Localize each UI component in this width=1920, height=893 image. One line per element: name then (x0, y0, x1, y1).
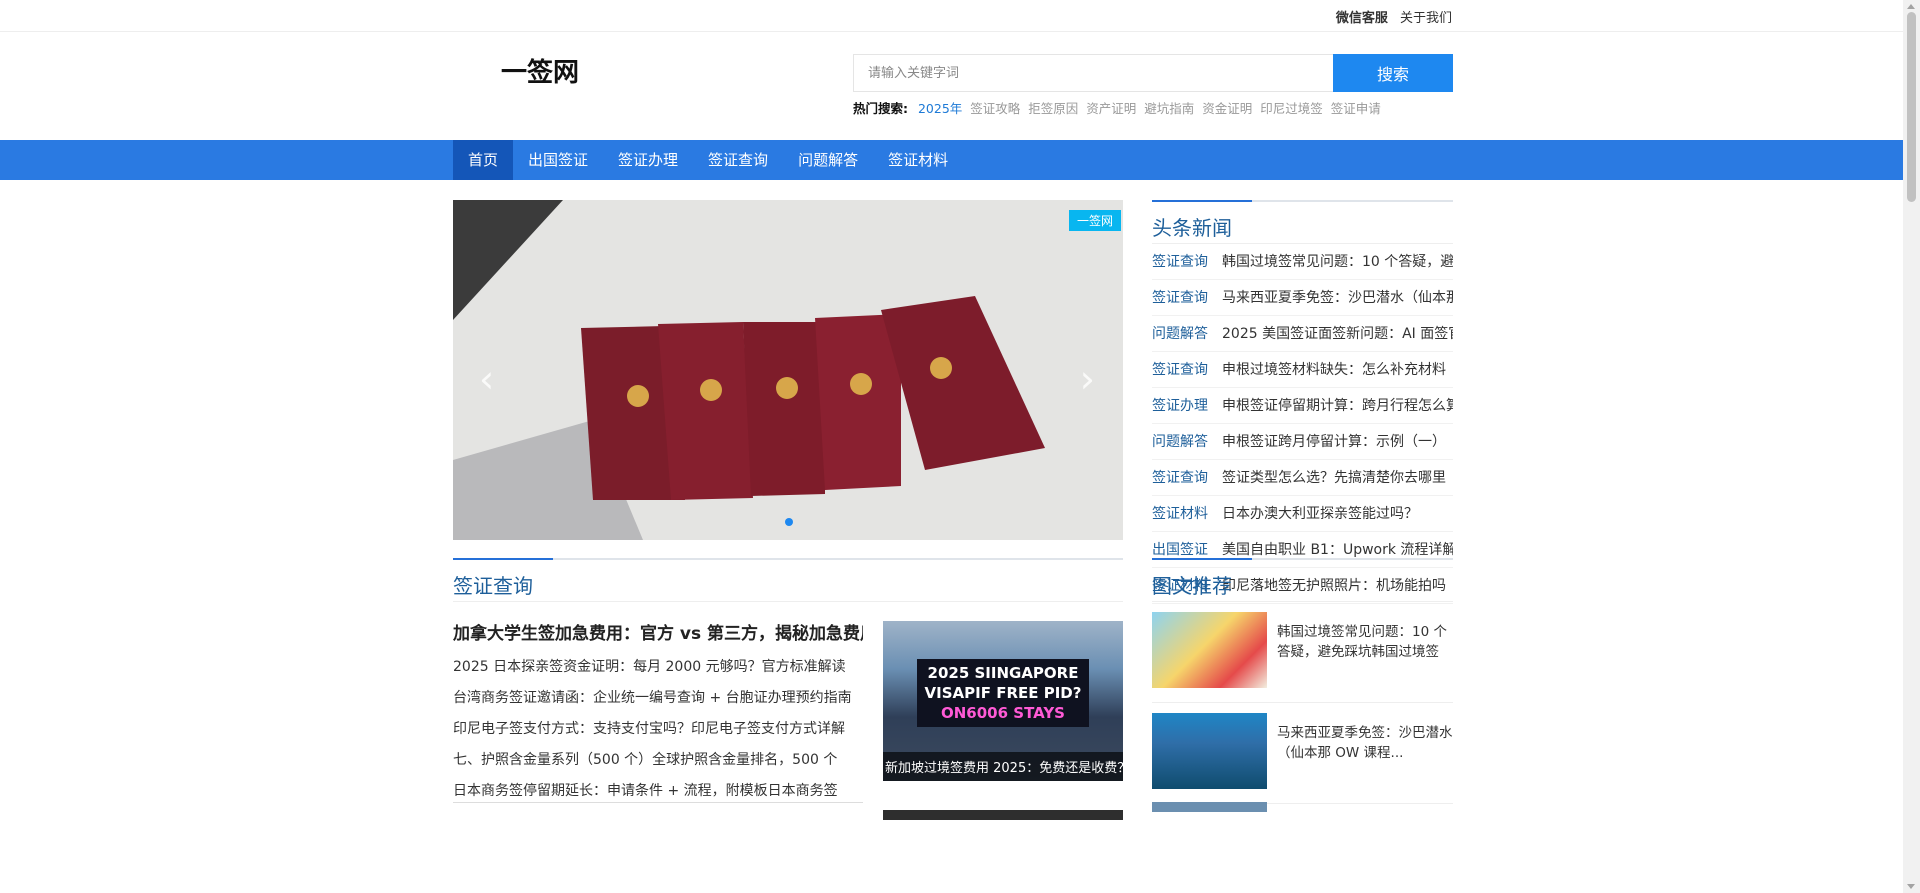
hot-search-item[interactable]: 资产证明 (1086, 101, 1136, 116)
hot-search-item[interactable]: 印尼过境签 (1260, 101, 1323, 116)
image-sign: 2025 SIINGAPORE VISAPIF FREE PID? ON6006… (917, 659, 1089, 727)
list-item[interactable]: 签证查询 申根过境签材料缺失：怎么补充材料 (1152, 352, 1453, 388)
sign-line: ON6006 STAYS (941, 704, 1065, 722)
site-logo[interactable]: 一签网 (501, 52, 579, 89)
nav-item-visa-query[interactable]: 签证查询 (693, 140, 783, 180)
site-header: 一签网 搜索 热门搜索: 2025年 签证攻略 拒签原因 资产证明 避坑指南 资… (0, 32, 1920, 140)
sign-line: VISAPIF FREE PID? (924, 684, 1082, 702)
list-item[interactable]: 马来西亚夏季免签：沙巴潜水（仙本那 OW 课程... (1152, 703, 1453, 804)
nav-item-visa-materials[interactable]: 签证材料 (873, 140, 963, 180)
slider-dot[interactable] (785, 518, 793, 526)
visa-section-header: 签证查询 (453, 558, 1123, 602)
list-item[interactable]: 签证查询马来西亚夏季免签：沙巴潜水（仙本那 OW 课程） (1152, 280, 1453, 316)
visa-list: 加拿大学生签加急费用：官方 vs 第三方，揭秘加急费用 2025 日本探亲签资金… (453, 622, 863, 807)
next-article-image[interactable] (883, 810, 1123, 820)
news-title[interactable]: 申根签证停留期计算：跨月行程怎么算 (1222, 398, 1453, 414)
thumbnail-image[interactable] (1152, 713, 1267, 789)
list-item[interactable]: 签证查询韩国过境签常见问题：10 个答疑，避免踩坑韩国过境签 (1152, 244, 1453, 280)
passports-image (453, 200, 1123, 540)
news-category[interactable]: 签证材料 (1152, 506, 1208, 522)
nav-item-faq[interactable]: 问题解答 (783, 140, 873, 180)
hot-search-item[interactable]: 资金证明 (1202, 101, 1252, 116)
news-title[interactable]: 韩国过境签常见问题：10 个答疑，避免踩坑韩国过境签 (1222, 254, 1453, 270)
lead-article-title[interactable]: 加拿大学生签加急费用：官方 vs 第三方，揭秘加急费用 (453, 622, 863, 652)
next-thumbnail-image[interactable] (1152, 802, 1267, 812)
scrollbar-thumb[interactable] (1907, 12, 1916, 202)
section-title: 图文推荐 (1152, 574, 1232, 598)
headline-list: 签证查询韩国过境签常见问题：10 个答疑，避免踩坑韩国过境签 签证查询马来西亚夏… (1152, 244, 1453, 604)
main-nav: 首页 出国签证 签证办理 签证查询 问题解答 签证材料 (0, 140, 1920, 180)
search-button[interactable]: 搜索 (1333, 54, 1453, 92)
image-caption[interactable]: 新加坡过境签费用 2025：免费还是收费？ (883, 752, 1123, 781)
news-category[interactable]: 签证查询 (1152, 254, 1208, 270)
pic-title[interactable]: 韩国过境签常见问题：10 个答疑，避免踩坑韩国过境签 (1277, 622, 1453, 662)
search-box: 搜索 (853, 54, 1453, 92)
news-title[interactable]: 申根过境签材料缺失：怎么补充材料 (1222, 362, 1446, 378)
scroll-down-icon[interactable] (1907, 884, 1915, 889)
hot-search-item[interactable]: 2025年 (918, 101, 962, 116)
nav-item-home[interactable]: 首页 (453, 140, 514, 180)
list-item[interactable]: 2025 日本探亲签资金证明：每月 2000 元够吗？官方标准解读 (453, 652, 863, 683)
nav-item-outbound-visa[interactable]: 出国签证 (513, 140, 603, 180)
nav-item-visa-processing[interactable]: 签证办理 (603, 140, 693, 180)
headline-news: 头条新闻 签证查询韩国过境签常见问题：10 个答疑，避免踩坑韩国过境签 签证查询… (1152, 200, 1453, 604)
visa-query-section: 签证查询 加拿大学生签加急费用：官方 vs 第三方，揭秘加急费用 2025 日本… (453, 558, 1123, 820)
pics-section-header: 图文推荐 (1152, 558, 1453, 602)
news-category[interactable]: 问题解答 (1152, 434, 1208, 450)
pic-title[interactable]: 马来西亚夏季免签：沙巴潜水（仙本那 OW 课程... (1277, 723, 1453, 763)
hero-slider[interactable]: 一签网 ‹ › (453, 200, 1123, 540)
wechat-service-link[interactable]: 微信客服 (1336, 11, 1388, 26)
list-item[interactable]: 签证材料 日本办澳大利亚探亲签能过吗？ (1152, 496, 1453, 532)
nav-list: 首页 出国签证 签证办理 签证查询 问题解答 签证材料 (453, 140, 963, 180)
headline-section-header: 头条新闻 (1152, 200, 1453, 244)
list-item[interactable]: 问题解答 申根签证跨月停留计算：示例（一） (1152, 424, 1453, 460)
section-title[interactable]: 签证查询 (453, 560, 1123, 599)
news-title[interactable]: 马来西亚夏季免签：沙巴潜水（仙本那 OW 课程） (1222, 290, 1453, 306)
news-category[interactable]: 签证查询 (1152, 362, 1208, 378)
next-row-divider (453, 802, 863, 814)
hot-search-label: 热门搜索: (853, 101, 908, 116)
thumbnail-image[interactable] (1152, 612, 1267, 688)
news-title[interactable]: 日本办澳大利亚探亲签能过吗？ (1222, 506, 1418, 522)
news-category[interactable]: 签证查询 (1152, 290, 1208, 306)
hot-search-item[interactable]: 签证攻略 (970, 101, 1020, 116)
hot-search-item[interactable]: 签证申请 (1331, 101, 1381, 116)
list-item[interactable]: 印尼电子签支付方式：支持支付宝吗？印尼电子签支付方式详解 (453, 714, 863, 745)
picture-recommend-section: 图文推荐 韩国过境签常见问题：10 个答疑，避免踩坑韩国过境签 马来西亚夏季免签… (1152, 558, 1453, 812)
news-title[interactable]: 美国自由职业 B1：Upwork 流程详解 (1222, 542, 1453, 558)
visa-body: 加拿大学生签加急费用：官方 vs 第三方，揭秘加急费用 2025 日本探亲签资金… (453, 602, 1123, 820)
page-scrollbar[interactable] (1903, 0, 1920, 893)
slider-next-icon[interactable]: › (1080, 360, 1095, 398)
sign-line: 2025 SIINGAPORE (927, 664, 1079, 682)
top-bar: 微信客服 关于我们 (0, 0, 1920, 32)
news-category[interactable]: 签证查询 (1152, 470, 1208, 486)
about-us-link[interactable]: 关于我们 (1400, 11, 1452, 26)
news-category[interactable]: 签证办理 (1152, 398, 1208, 414)
news-title[interactable]: 申根签证跨月停留计算：示例（一） (1222, 434, 1446, 450)
news-category[interactable]: 问题解答 (1152, 326, 1208, 342)
list-item[interactable]: 签证办理 申根签证停留期计算：跨月行程怎么算 (1152, 388, 1453, 424)
slider-badge: 一签网 (1068, 210, 1121, 231)
scroll-up-icon[interactable] (1907, 4, 1915, 9)
news-title[interactable]: 签证类型怎么选？先搞清楚你去哪里 (1222, 470, 1446, 486)
section-title: 头条新闻 (1152, 216, 1232, 240)
news-category[interactable]: 出国签证 (1152, 542, 1208, 558)
list-item[interactable]: 问题解答 2025 美国签证面签新问题：AI 面签官 (1152, 316, 1453, 352)
main-content: 一签网 ‹ › 头条新闻 签证查询韩国过境签常见问题：10 个答疑，避免踩坑韩国… (0, 180, 1920, 893)
list-item[interactable]: 韩国过境签常见问题：10 个答疑，避免踩坑韩国过境签 (1152, 602, 1453, 703)
list-item[interactable]: 台湾商务签证邀请函：企业统一编号查询 + 台胞证办理预约指南 (453, 683, 863, 714)
top-links: 微信客服 关于我们 (1328, 7, 1452, 26)
hot-search: 热门搜索: 2025年 签证攻略 拒签原因 资产证明 避坑指南 资金证明 印尼过… (853, 98, 1381, 117)
search-input[interactable] (854, 55, 1333, 91)
news-title[interactable]: 2025 美国签证面签新问题：AI 面签官 (1222, 326, 1453, 342)
list-item[interactable]: 签证查询 签证类型怎么选？先搞清楚你去哪里 (1152, 460, 1453, 496)
visa-article-image[interactable]: 2025 SIINGAPORE VISAPIF FREE PID? ON6006… (883, 621, 1123, 781)
slider-prev-icon[interactable]: ‹ (479, 360, 494, 398)
list-item[interactable]: 七、护照含金量系列（500 个）全球护照含金量排名，500 个 (453, 745, 863, 776)
hot-search-item[interactable]: 避坑指南 (1144, 101, 1194, 116)
hot-search-item[interactable]: 拒签原因 (1028, 101, 1078, 116)
